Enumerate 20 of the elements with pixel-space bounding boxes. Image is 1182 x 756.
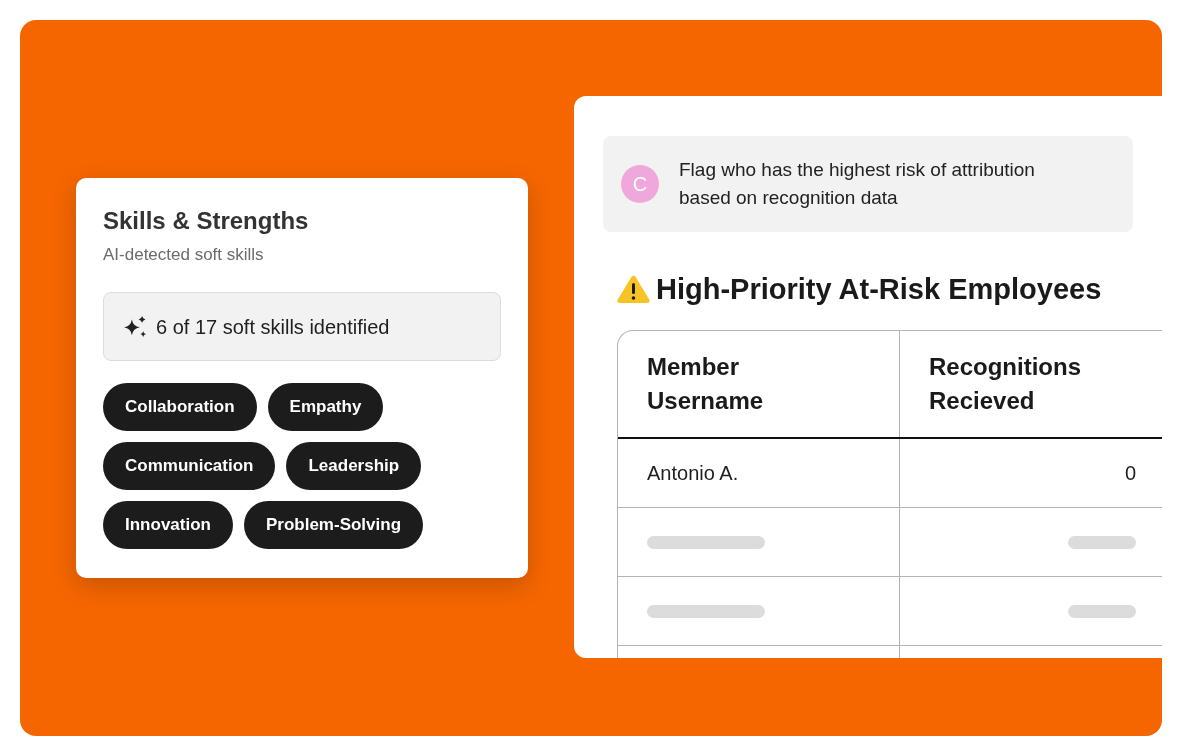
skill-chip: Empathy <box>267 383 384 431</box>
card-subtitle: AI-detected soft skills <box>103 244 265 266</box>
warning-icon <box>617 275 650 303</box>
skill-chip: Innovation <box>103 501 233 549</box>
card-title: Skills & Strengths <box>103 206 310 236</box>
column-header: Member Username <box>647 352 765 416</box>
summary-text: 6 of 17 soft skills identified <box>156 314 390 340</box>
sparkle-icon <box>124 316 146 337</box>
skeleton-bar <box>1068 604 1136 618</box>
column-header: Recognitions Recieved <box>929 352 1082 416</box>
table-cell-text: 0 <box>1124 461 1136 486</box>
skeleton-bar <box>1068 535 1136 549</box>
prompt-text: Flag who has the highest risk of attribution based on recognition data <box>679 158 1036 210</box>
skill-chip: Leadership <box>286 442 422 490</box>
section-heading: High-Priority At-Risk Employees <box>656 272 1102 307</box>
skill-chip: Communication <box>103 442 276 490</box>
table-cell-text: Antonio A. <box>647 461 739 486</box>
skill-chip: Collaboration <box>103 383 257 431</box>
skill-chip: Problem-Solving <box>243 501 424 549</box>
avatar: C <box>621 165 659 203</box>
